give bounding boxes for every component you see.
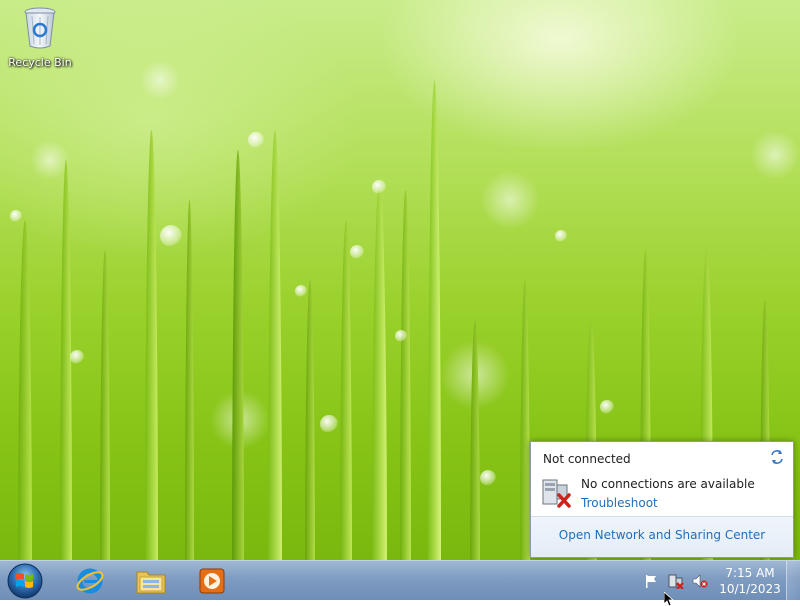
open-network-sharing-center-link[interactable]: Open Network and Sharing Center <box>531 528 793 542</box>
connection-status-message: No connections are available <box>581 477 755 491</box>
popup-title: Not connected <box>543 452 631 466</box>
taskbar-media-player[interactable] <box>186 563 238 599</box>
grass-blade <box>400 190 411 560</box>
dew-drop <box>600 400 614 414</box>
dew-drop <box>555 230 567 242</box>
media-player-icon <box>199 568 225 594</box>
mouse-cursor-icon <box>664 592 674 606</box>
dew-drop <box>350 245 364 259</box>
grass-blade <box>340 220 352 560</box>
network-disconnected-icon <box>542 479 571 508</box>
volume-muted-icon[interactable] <box>692 573 708 589</box>
network-disconnected-icon[interactable] <box>668 573 684 589</box>
grass-blade <box>185 200 194 560</box>
taskbar: 7:15 AM 10/1/2023 <box>0 560 800 600</box>
taskbar-clock[interactable]: 7:15 AM 10/1/2023 <box>716 565 784 597</box>
dew-drop <box>248 132 264 148</box>
grass-blade <box>100 250 110 560</box>
dew-drop <box>372 180 386 194</box>
grass-blade <box>145 130 158 560</box>
dew-drop <box>70 350 84 364</box>
dew-drop <box>320 415 338 433</box>
taskbar-windows-explorer[interactable] <box>125 563 177 599</box>
desktop-icon-label: Recycle Bin <box>8 56 72 69</box>
dew-drop <box>395 330 407 342</box>
popup-footer: Open Network and Sharing Center <box>531 516 793 557</box>
clock-time: 7:15 AM <box>725 566 775 580</box>
recycle-bin-icon <box>24 7 56 49</box>
windows-logo-icon <box>7 563 43 599</box>
grass-blade <box>520 280 530 560</box>
dew-drop <box>10 210 22 222</box>
dew-drop <box>160 225 182 247</box>
wallpaper-bokeh <box>750 130 800 180</box>
clock-date: 10/1/2023 <box>719 582 781 596</box>
grass-blade <box>372 180 387 560</box>
grass-blade <box>305 280 315 560</box>
wallpaper-bokeh <box>140 60 180 100</box>
grass-blade <box>232 150 244 560</box>
folder-icon <box>136 571 166 594</box>
grass-blade <box>18 220 32 560</box>
wallpaper-bokeh <box>480 170 540 230</box>
refresh-icon[interactable] <box>769 449 785 465</box>
taskbar-internet-explorer[interactable] <box>64 563 116 599</box>
dew-drop <box>480 470 496 486</box>
troubleshoot-link[interactable]: Troubleshoot <box>581 496 658 510</box>
desktop-icon-recycle-bin[interactable]: Recycle Bin <box>6 6 74 69</box>
show-desktop-button[interactable] <box>786 561 800 600</box>
dew-drop <box>295 285 307 297</box>
grass-blade <box>268 130 282 560</box>
grass-blade <box>428 80 441 560</box>
internet-explorer-icon <box>76 568 104 594</box>
network-status-popup: Not connected No connections are availab… <box>530 441 794 558</box>
action-center-flag-icon[interactable] <box>643 573 659 589</box>
start-button[interactable] <box>6 563 44 599</box>
